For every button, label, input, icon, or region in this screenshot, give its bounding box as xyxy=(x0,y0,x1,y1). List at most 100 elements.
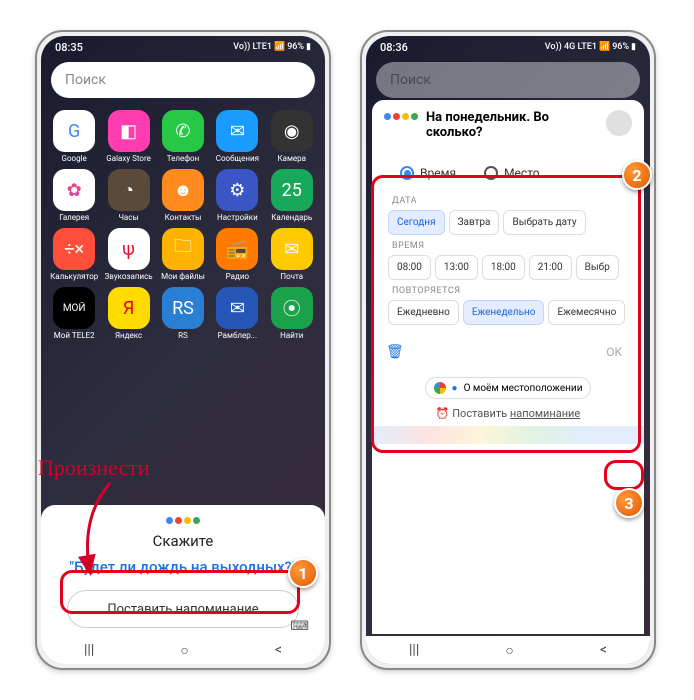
date-section-label: ДАТА xyxy=(392,196,624,206)
nav-home[interactable]: ○ xyxy=(505,642,513,659)
app-Звукозапись[interactable]: ψ Звукозапись xyxy=(103,228,155,281)
app-label: Часы xyxy=(118,213,138,222)
assistant-wave xyxy=(372,426,644,444)
app-icon: ✉ xyxy=(216,287,258,329)
app-Рамблер...[interactable]: ✉ Рамблер... xyxy=(211,287,263,340)
nav-back[interactable]: < xyxy=(600,642,607,658)
annotation-arrow xyxy=(60,478,150,588)
app-Сообщения[interactable]: ✉Сообщения xyxy=(211,110,263,163)
google-icon xyxy=(434,382,446,394)
radio-unchecked-icon xyxy=(484,166,498,180)
suggestion-chip[interactable]: ● О моём местоположении xyxy=(425,377,592,399)
search-placeholder: Поиск xyxy=(65,72,106,88)
app-icon: Я xyxy=(108,287,150,329)
radio-place[interactable]: Место xyxy=(484,166,540,180)
app-label: Галерея xyxy=(59,213,89,222)
app-icon: ◧ xyxy=(108,110,150,152)
app-label: RS xyxy=(178,331,188,340)
home-screen: GGoogle◧Galaxy Store✆Телефон✉Сообщения◉К… xyxy=(41,102,325,354)
app-label: Радио xyxy=(226,272,249,281)
search-input[interactable]: Поиск xyxy=(51,62,315,98)
app-label: Звукозапись xyxy=(105,272,153,281)
nav-recent[interactable]: ||| xyxy=(409,642,419,658)
app-icon: ψ xyxy=(108,228,150,270)
status-icons: Vo)) 4G LTE1 📶 96%▮ xyxy=(545,42,636,52)
date-chip[interactable]: Выбрать дату xyxy=(503,210,585,235)
app-label: Мои файлы xyxy=(161,272,205,281)
app-label: Календарь xyxy=(271,213,312,222)
status-bar: 08:36 Vo)) 4G LTE1 📶 96%▮ xyxy=(366,36,650,58)
nav-recent[interactable]: ||| xyxy=(84,642,94,658)
app-label: Рамблер... xyxy=(218,331,257,340)
time-chip[interactable]: 13:00 xyxy=(435,255,478,280)
search-input[interactable]: Поиск xyxy=(376,62,640,98)
app-label: Сообщения xyxy=(216,154,259,163)
repeat-chip[interactable]: Еженедельно xyxy=(463,300,545,325)
status-time: 08:35 xyxy=(55,41,83,54)
app-label: Настройки xyxy=(217,213,258,222)
app-Найти[interactable]: ⦿ Найти xyxy=(266,287,318,340)
app-icon: ✆ xyxy=(162,110,204,152)
keyboard-icon[interactable]: ⌨ xyxy=(290,619,309,634)
status-icons: Vo)) LTE1 📶 96%▮ xyxy=(233,42,311,52)
radio-time[interactable]: Время xyxy=(400,166,456,180)
app-Часы[interactable]: ◔ Часы xyxy=(103,169,155,222)
time-chip[interactable]: Выбр xyxy=(576,255,619,280)
app-icon: ◉ xyxy=(271,110,313,152)
app-Контакты[interactable]: ☻Контакты xyxy=(157,169,209,222)
app-icon: ✉ xyxy=(271,228,313,270)
app-Почта[interactable]: ✉ Почта xyxy=(266,228,318,281)
app-icon: 🗀 xyxy=(162,228,204,270)
app-label: Камера xyxy=(277,154,306,163)
status-bar: 08:35 Vo)) LTE1 📶 96%▮ xyxy=(41,36,325,58)
app-Яндекс[interactable]: ЯЯндекс xyxy=(103,287,155,340)
app-Камера[interactable]: ◉ Камера xyxy=(266,110,318,163)
date-chip[interactable]: Завтра xyxy=(449,210,500,235)
card-title: На понедельник. Во сколько? xyxy=(426,110,598,140)
phone-frame-right: 08:36 Vo)) 4G LTE1 📶 96%▮ Поиск На понед… xyxy=(360,30,656,670)
nav-back[interactable]: < xyxy=(275,642,282,658)
app-Galaxy Store[interactable]: ◧Galaxy Store xyxy=(103,110,155,163)
repeat-chip[interactable]: Ежедневно xyxy=(388,300,459,325)
app-Мой TELE2[interactable]: МОЙМой TELE2 xyxy=(48,287,100,340)
reminder-link-line[interactable]: ⏰ Поставить напоминание xyxy=(372,407,644,420)
reminder-form: Время Место ДАТА СегодняЗавтраВыбрать да… xyxy=(380,152,636,333)
annotation-marker-1: 1 xyxy=(288,558,318,588)
annotation-marker-3: 3 xyxy=(614,488,644,518)
avatar[interactable] xyxy=(606,110,632,136)
time-chip[interactable]: 08:00 xyxy=(388,255,431,280)
set-reminder-button[interactable]: Поставить напоминание xyxy=(67,590,299,628)
app-Радио[interactable]: 📻 Радио xyxy=(211,228,263,281)
ok-button[interactable]: OK xyxy=(598,341,630,363)
app-label: Почта xyxy=(280,272,303,281)
app-Настройки[interactable]: ⚙ Настройки xyxy=(211,169,263,222)
nav-bar: ||| ○ < xyxy=(366,636,650,664)
annotation-speak-label: Произнести xyxy=(38,455,150,481)
time-chip[interactable]: 18:00 xyxy=(482,255,525,280)
nav-home[interactable]: ○ xyxy=(180,642,188,659)
app-Галерея[interactable]: ✿ Галерея xyxy=(48,169,100,222)
app-label: Найти xyxy=(280,331,303,340)
app-icon: ⚙ xyxy=(216,169,258,211)
app-icon: RS xyxy=(162,287,204,329)
annotation-marker-2: 2 xyxy=(622,160,652,190)
app-label: Google xyxy=(62,154,87,163)
app-label: Калькулятор xyxy=(50,272,98,281)
app-icon: ⦿ xyxy=(271,287,313,329)
time-chip[interactable]: 21:00 xyxy=(529,255,572,280)
app-icon: ✿ xyxy=(53,169,95,211)
assistant-card: На понедельник. Во сколько? Время Место … xyxy=(372,100,644,634)
app-RS[interactable]: RS RS xyxy=(157,287,209,340)
nav-bar: ||| ○ < xyxy=(41,636,325,664)
app-Google[interactable]: GGoogle xyxy=(48,110,100,163)
app-Мои файлы[interactable]: 🗀 Мои файлы xyxy=(157,228,209,281)
app-Телефон[interactable]: ✆Телефон xyxy=(157,110,209,163)
delete-icon[interactable]: 🗑 xyxy=(386,344,404,360)
date-chip[interactable]: Сегодня xyxy=(388,210,445,235)
app-icon: 📻 xyxy=(216,228,258,270)
app-Калькулятор[interactable]: ÷×Калькулятор xyxy=(48,228,100,281)
app-icon: ☻ xyxy=(162,169,204,211)
app-Календарь[interactable]: 25Календарь xyxy=(266,169,318,222)
repeat-chip[interactable]: Ежемесячно xyxy=(548,300,625,325)
app-icon: ◔ xyxy=(108,169,150,211)
